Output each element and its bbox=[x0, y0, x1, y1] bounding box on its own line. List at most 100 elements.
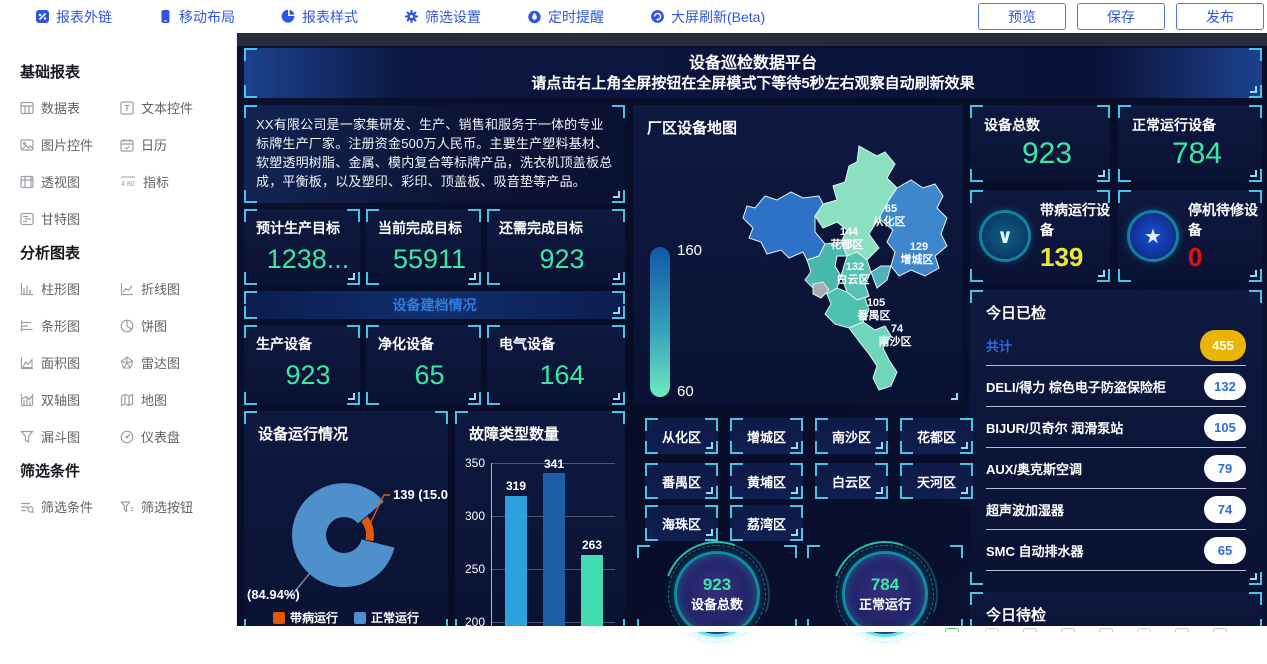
count-badge: 455 bbox=[1200, 330, 1246, 361]
stat-card-stopped-devices[interactable]: ★ 停机待修设备 0 bbox=[1118, 190, 1262, 282]
resize-handle[interactable] bbox=[706, 529, 713, 536]
kpi-purification-devices[interactable]: 净化设备 65 bbox=[366, 325, 481, 405]
kpi-expected-production-target[interactable]: 预计生产目标 1238... bbox=[244, 209, 360, 285]
list-row[interactable]: AUX/奥克斯空调 79 bbox=[986, 448, 1246, 489]
gauge-value: 784 bbox=[871, 575, 899, 594]
list-row[interactable]: BIJUR/贝奇尔 润滑泵站 105 bbox=[986, 407, 1246, 448]
fault-type-bar-widget[interactable]: 故障类型数量 350 300 250 200 319 341 263 bbox=[455, 411, 625, 632]
kpi-production-devices[interactable]: 生产设备 923 bbox=[244, 325, 360, 405]
list-row[interactable]: SMC 自动排水器 65 bbox=[986, 530, 1246, 571]
sidebar-item-line-chart[interactable]: 折线图 bbox=[120, 279, 220, 298]
district-button-huangpu[interactable]: 黄埔区 bbox=[730, 463, 803, 499]
legend-item[interactable]: 正常运行 bbox=[354, 609, 419, 626]
sidebar-item-radar-chart[interactable]: 雷达图 bbox=[120, 353, 220, 372]
bar-series-3[interactable] bbox=[581, 555, 603, 632]
toolbar-item-report-style[interactable]: 报表样式 bbox=[281, 7, 358, 27]
stat-card-faulty-devices[interactable]: ∨ 带病运行设备 139 bbox=[970, 190, 1110, 282]
kpi-remaining-target[interactable]: 还需完成目标 923 bbox=[487, 209, 625, 285]
sidebar-item-gauge[interactable]: 仪表盘 bbox=[120, 427, 220, 446]
gauge-total-devices-widget[interactable]: 923 设备总数 bbox=[637, 545, 797, 632]
sidebar-item-funnel-chart[interactable]: 漏斗图 bbox=[20, 427, 120, 446]
preview-button[interactable]: 预览 bbox=[978, 3, 1066, 30]
resize-handle[interactable] bbox=[613, 307, 620, 314]
sidebar-item-bar-chart[interactable]: 条形图 bbox=[20, 316, 120, 335]
map-region-huangpu[interactable] bbox=[871, 266, 891, 288]
device-status-donut-widget[interactable]: 设备运行情况 139 (15.0 (84.94%) 带病运行 正常运行 bbox=[244, 411, 448, 632]
sidebar-item-calendar[interactable]: 日历 bbox=[120, 135, 220, 154]
resize-handle[interactable] bbox=[469, 393, 476, 400]
resize-handle[interactable] bbox=[791, 529, 798, 536]
district-button-conghua[interactable]: 从化区 bbox=[645, 418, 718, 454]
sidebar-item-indicator[interactable]: 4.80 指标 bbox=[120, 172, 220, 191]
gauge-normal-running-widget[interactable]: 784 正常运行 bbox=[807, 545, 963, 632]
toolbar-item-filter-settings[interactable]: 筛选设置 bbox=[404, 7, 481, 27]
dashboard-canvas: 设备巡检数据平台 请点击右上角全屏按钮在全屏模式下等待5秒左右观察自动刷新效果 … bbox=[237, 33, 1267, 632]
district-button-nansha[interactable]: 南沙区 bbox=[815, 418, 888, 454]
map-region-huadu[interactable] bbox=[743, 192, 825, 260]
resize-handle[interactable] bbox=[706, 442, 713, 449]
resize-handle[interactable] bbox=[1250, 170, 1257, 177]
sidebar-item-pivot[interactable]: 透视图 bbox=[20, 172, 120, 191]
save-button[interactable]: 保存 bbox=[1077, 3, 1165, 30]
district-button-baiyun[interactable]: 白云区 bbox=[815, 463, 888, 499]
toolbar-item-mobile-layout[interactable]: 移动布局 bbox=[158, 7, 235, 27]
district-button-liwan[interactable]: 荔湾区 bbox=[730, 505, 803, 541]
stat-card-normal-devices[interactable]: 正常运行设备 784 bbox=[1118, 105, 1262, 182]
resize-handle[interactable] bbox=[791, 487, 798, 494]
sidebar-item-filter-condition[interactable]: 筛选条件 bbox=[20, 497, 120, 516]
bar-series-1[interactable] bbox=[505, 496, 527, 632]
kpi-label: 当前完成目标 bbox=[378, 218, 481, 238]
sidebar-item-pie-chart[interactable]: 饼图 bbox=[120, 316, 220, 335]
sidebar-item-dual-axis[interactable]: 双轴图 bbox=[20, 390, 120, 409]
list-row-total[interactable]: 共计 455 bbox=[986, 325, 1246, 366]
checked-today-widget[interactable]: 今日已检 共计 455 DELI/得力 棕色电子防盗保险柜 132 BIJUR/… bbox=[970, 290, 1262, 585]
resize-handle[interactable] bbox=[791, 442, 798, 449]
legend-item[interactable]: 带病运行 bbox=[273, 609, 338, 626]
resize-handle[interactable] bbox=[961, 487, 968, 494]
resize-handle[interactable] bbox=[961, 442, 968, 449]
map-region-nansha[interactable] bbox=[849, 322, 897, 390]
company-intro-widget[interactable]: XX有限公司是一家集研发、生产、销售和服务于一体的专业标牌生产厂家。注册资金50… bbox=[244, 105, 625, 203]
list-row[interactable]: 超声波加湿器 74 bbox=[986, 489, 1246, 530]
resize-handle[interactable] bbox=[1250, 573, 1257, 580]
sidebar-item-column-chart[interactable]: 柱形图 bbox=[20, 279, 120, 298]
guangzhou-map[interactable]: 65 从化区 144 花都区 129 增城区 132 白云区 105 番禺区 7… bbox=[719, 137, 959, 399]
stat-card-total-devices[interactable]: 设备总数 923 bbox=[970, 105, 1110, 182]
resize-handle[interactable] bbox=[706, 487, 713, 494]
factory-map-widget[interactable]: 厂区设备地图 160 60 65 从化区 144 花都区 129 增城区 132… bbox=[633, 105, 963, 405]
sidebar-item-image-widget[interactable]: 图片控件 bbox=[20, 135, 120, 154]
sidebar-item-text-widget[interactable]: 文本控件 bbox=[120, 98, 220, 117]
sidebar-item-data-table[interactable]: 数据表 bbox=[20, 98, 120, 117]
resize-handle[interactable] bbox=[348, 393, 355, 400]
district-button-haizhu[interactable]: 海珠区 bbox=[645, 505, 718, 541]
district-button-zengcheng[interactable]: 增城区 bbox=[730, 418, 803, 454]
sidebar-item-gantt[interactable]: 甘特图 bbox=[20, 209, 120, 228]
kpi-current-completed-target[interactable]: 当前完成目标 55911 bbox=[366, 209, 481, 285]
resize-handle[interactable] bbox=[613, 191, 620, 198]
cutoff-icon bbox=[1023, 628, 1037, 632]
resize-handle[interactable] bbox=[1098, 170, 1105, 177]
device-archive-banner[interactable]: 设备建档情况 bbox=[244, 291, 625, 319]
list-row[interactable]: DELI/得力 棕色电子防盗保险柜 132 bbox=[986, 366, 1246, 407]
sidebar-item-filter-button[interactable]: 筛选按钮 bbox=[120, 497, 220, 516]
toolbar-item-screen-refresh[interactable]: 大屏刷新(Beta) bbox=[650, 7, 765, 27]
kpi-electrical-devices[interactable]: 电气设备 164 bbox=[487, 325, 625, 405]
sidebar-item-area-chart[interactable]: 面积图 bbox=[20, 353, 120, 372]
toolbar-item-report-link[interactable]: 报表外链 bbox=[35, 7, 112, 27]
resize-handle[interactable] bbox=[876, 487, 883, 494]
district-button-panyu[interactable]: 番禺区 bbox=[645, 463, 718, 499]
resize-handle[interactable] bbox=[613, 393, 620, 400]
toolbar-item-label: 报表外链 bbox=[56, 7, 112, 27]
toolbar-item-scheduled-reminder[interactable]: 定时提醒 bbox=[527, 7, 604, 27]
bar-series-2[interactable] bbox=[543, 473, 565, 632]
resize-handle[interactable] bbox=[876, 442, 883, 449]
kpi-value: 923 bbox=[256, 360, 360, 391]
publish-button[interactable]: 发布 bbox=[1176, 3, 1264, 30]
sidebar-item-map[interactable]: 地图 bbox=[120, 390, 220, 409]
dashboard-header-widget[interactable]: 设备巡检数据平台 请点击右上角全屏按钮在全屏模式下等待5秒左右观察自动刷新效果 bbox=[244, 48, 1262, 98]
list-row-name: 共计 bbox=[986, 336, 1012, 355]
banner-label: 设备建档情况 bbox=[393, 295, 477, 315]
sidebar-item-label: 地图 bbox=[141, 390, 167, 409]
district-button-huadu[interactable]: 花都区 bbox=[900, 418, 973, 454]
district-button-tianhe[interactable]: 天河区 bbox=[900, 463, 973, 499]
